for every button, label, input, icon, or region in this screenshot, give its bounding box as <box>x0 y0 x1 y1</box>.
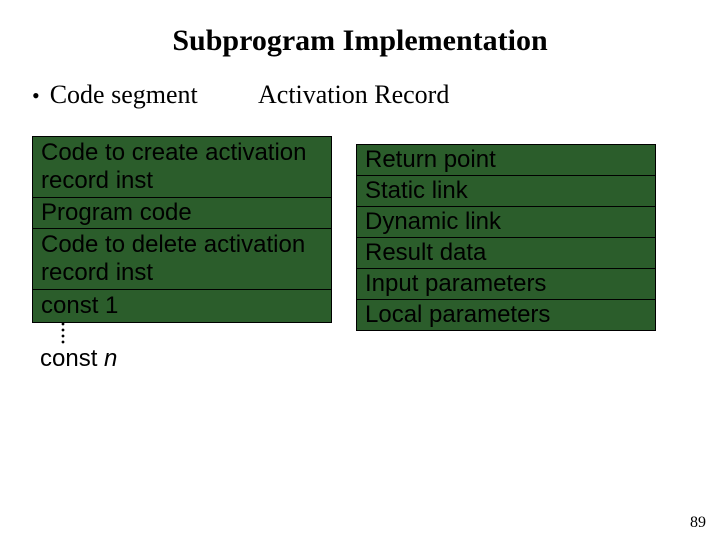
panels: Code to create activation record inst Pr… <box>28 136 692 375</box>
activation-record-box: Return point Static link Dynamic link Re… <box>356 144 656 331</box>
activation-record-row: Dynamic link <box>357 207 655 238</box>
page-number: 89 <box>690 514 706 532</box>
code-segment-tail: const n <box>32 343 332 375</box>
activation-record-panel: Return point Static link Dynamic link Re… <box>356 144 656 375</box>
const-n-var: n <box>104 345 117 372</box>
code-segment-header-text: Code segment <box>50 80 198 110</box>
activation-record-row: Static link <box>357 176 655 207</box>
const-n-prefix: const <box>40 345 104 372</box>
code-segment-row: Program code <box>33 198 331 229</box>
code-segment-row: Code to delete activation record inst <box>33 229 331 290</box>
activation-record-row: Return point <box>357 145 655 176</box>
activation-record-row: Local parameters <box>357 300 655 330</box>
code-segment-row: const 1 <box>33 290 331 322</box>
slide: Subprogram Implementation • Code segment… <box>0 0 720 540</box>
activation-record-header: Activation Record <box>258 80 449 110</box>
activation-record-row: Input parameters <box>357 269 655 300</box>
code-segment-row: Code to create activation record inst <box>33 137 331 198</box>
code-segment-box: Code to create activation record inst Pr… <box>32 136 332 323</box>
slide-title: Subprogram Implementation <box>28 24 692 58</box>
column-headers: • Code segment Activation Record <box>28 80 692 110</box>
activation-record-row: Result data <box>357 238 655 269</box>
bullet-icon: • <box>32 83 40 109</box>
code-segment-panel: Code to create activation record inst Pr… <box>32 136 332 375</box>
code-segment-header: • Code segment <box>32 80 258 110</box>
